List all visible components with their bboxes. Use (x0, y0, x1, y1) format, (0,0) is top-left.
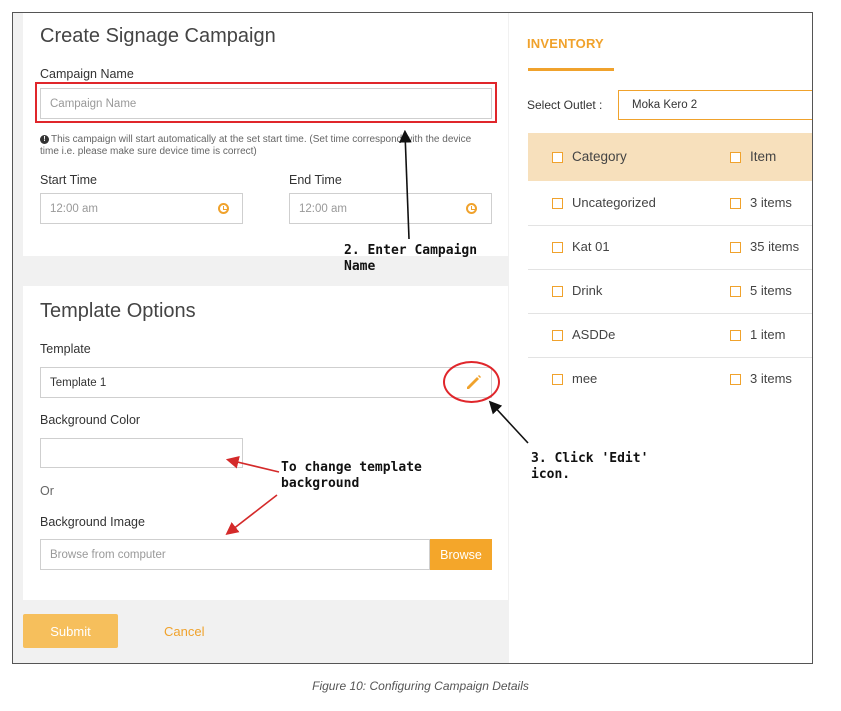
category-name: mee (572, 371, 598, 386)
step3-annotation: 3. Click 'Edit' icon. (531, 451, 648, 483)
table-row: Kat 01 35 items (528, 226, 812, 270)
category-name: Uncategorized (572, 195, 656, 210)
items-cell[interactable]: 1 item (730, 327, 785, 342)
category-name: Kat 01 (572, 239, 610, 254)
checkbox-icon[interactable] (552, 374, 563, 386)
category-cell[interactable]: mee (552, 371, 597, 386)
inventory-panel: INVENTORY Select Outlet : Moka Kero 2 Ca… (509, 13, 812, 663)
items-cell[interactable]: 5 items (730, 283, 792, 298)
browse-button[interactable]: Browse (430, 539, 492, 570)
items-count: 3 items (750, 371, 792, 386)
info-icon: ! (40, 134, 49, 144)
tab-inventory[interactable]: INVENTORY (527, 36, 604, 51)
outlet-label: Select Outlet : (527, 98, 603, 112)
category-cell[interactable]: Drink (552, 283, 602, 298)
step3-line1: 3. Click 'Edit' (531, 451, 649, 466)
table-row: Uncategorized 3 items (528, 182, 812, 226)
table-header: Category Item (528, 133, 812, 181)
checkbox-icon[interactable] (730, 330, 741, 342)
checkbox-icon[interactable] (552, 330, 563, 342)
step2-line1: 2. Enter Campaign (344, 243, 478, 258)
items-count: 35 items (750, 239, 800, 254)
template-select[interactable]: Template 1 (40, 367, 492, 398)
items-cell[interactable]: 35 items (730, 239, 799, 254)
bg-annotation: To change template background (281, 460, 422, 492)
outlet-select[interactable]: Moka Kero 2 (618, 90, 812, 120)
start-time-input[interactable]: 12:00 am (40, 193, 243, 224)
table-row: Drink 5 items (528, 270, 812, 314)
items-count: 5 items (750, 283, 792, 298)
category-cell[interactable]: ASDDe (552, 327, 615, 342)
or-text: Or (40, 484, 54, 498)
category-name: ASDDe (572, 327, 616, 342)
table-row: mee 3 items (528, 358, 812, 401)
step2-line2: Name (344, 259, 376, 274)
header-category-label: Category (572, 149, 627, 164)
step2-annotation: 2. Enter Campaign Name (344, 243, 477, 275)
bg-line1: To change template (281, 460, 422, 475)
end-time-input[interactable]: 12:00 am (289, 193, 492, 224)
items-count: 3 items (750, 195, 792, 210)
checkbox-icon[interactable] (730, 151, 741, 163)
checkbox-icon[interactable] (552, 242, 563, 254)
campaign-name-label: Campaign Name (40, 67, 134, 81)
header-item[interactable]: Item (730, 149, 776, 164)
bg-color-label: Background Color (40, 413, 141, 427)
start-time-label: Start Time (40, 173, 97, 187)
cancel-button[interactable]: Cancel (164, 624, 204, 639)
checkbox-icon[interactable] (730, 286, 741, 298)
start-note-text: This campaign will start automatically a… (40, 134, 472, 157)
checkbox-icon[interactable] (730, 242, 741, 254)
bg-image-label: Background Image (40, 515, 145, 529)
table-row: ASDDe 1 item (528, 314, 812, 358)
checkbox-icon[interactable] (552, 198, 563, 210)
submit-button[interactable]: Submit (23, 614, 118, 648)
screenshot-frame: Create Signage Campaign Campaign Name Ca… (12, 12, 813, 664)
template-label: Template (40, 342, 91, 356)
clock-icon[interactable] (218, 203, 229, 214)
items-cell[interactable]: 3 items (730, 195, 792, 210)
bg-line2: background (281, 476, 360, 491)
header-item-label: Item (750, 149, 777, 164)
checkbox-icon[interactable] (730, 374, 741, 386)
clock-icon[interactable] (466, 203, 477, 214)
checkbox-icon[interactable] (552, 286, 563, 298)
tab-underline (528, 68, 614, 71)
items-cell[interactable]: 3 items (730, 371, 792, 386)
campaign-name-highlight (35, 82, 497, 123)
checkbox-icon[interactable] (552, 151, 563, 163)
end-time-label: End Time (289, 173, 342, 187)
header-category[interactable]: Category (552, 149, 627, 164)
campaign-card: Create Signage Campaign Campaign Name Ca… (23, 13, 508, 256)
bg-color-input[interactable] (40, 438, 243, 468)
bg-image-input[interactable]: Browse from computer (40, 539, 430, 570)
template-card: Template Options Template Template 1 Bac… (23, 286, 508, 600)
category-cell[interactable]: Uncategorized (552, 195, 656, 210)
category-name: Drink (572, 283, 603, 298)
template-title: Template Options (40, 300, 196, 322)
step3-line2: icon. (531, 467, 571, 482)
items-count: 1 item (750, 327, 786, 342)
checkbox-icon[interactable] (730, 198, 741, 210)
category-cell[interactable]: Kat 01 (552, 239, 610, 254)
edit-icon-highlight (443, 361, 500, 403)
start-note: ! This campaign will start automatically … (40, 134, 492, 158)
figure-caption: Figure 10: Configuring Campaign Details (312, 679, 529, 693)
campaign-title: Create Signage Campaign (40, 25, 276, 47)
